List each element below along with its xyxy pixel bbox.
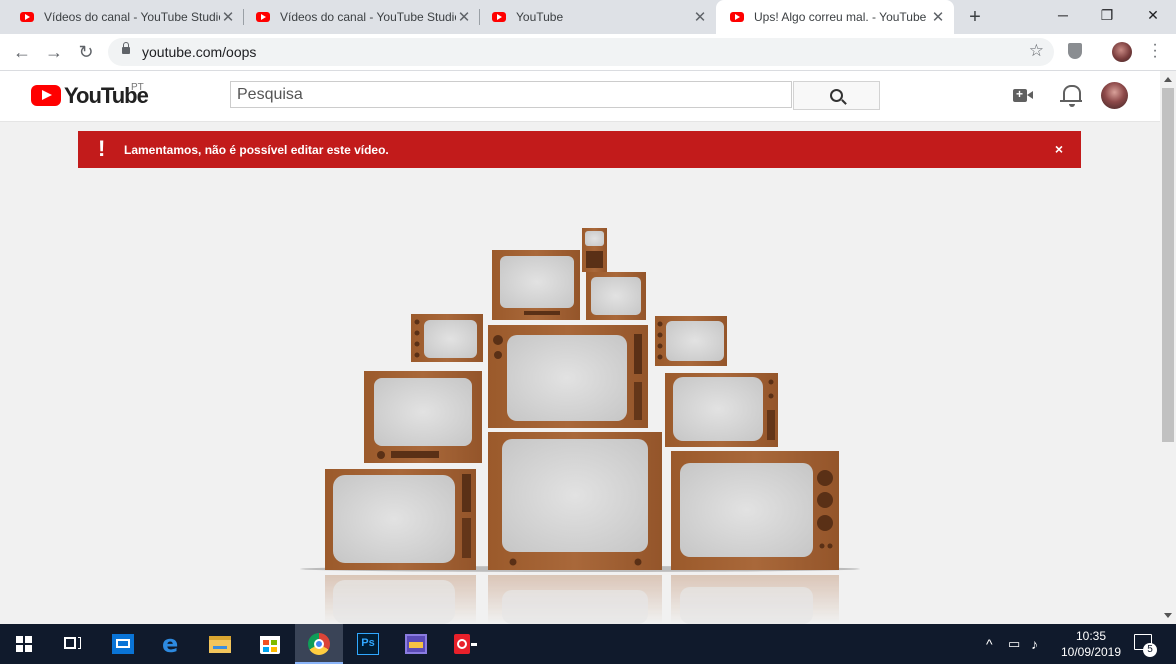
- tv-top-left: [492, 250, 580, 320]
- browser-tab[interactable]: Vídeos do canal - YouTube Studio ✕: [0, 0, 244, 34]
- clock-date: 10/09/2019: [1060, 645, 1122, 659]
- search-box[interactable]: [230, 81, 792, 108]
- edge-icon[interactable]: e: [148, 624, 196, 664]
- search-icon: [830, 89, 843, 102]
- account-avatar[interactable]: [1101, 82, 1128, 109]
- tab-title: Ups! Algo correu mal. - YouTube: [754, 10, 927, 24]
- file-explorer-icon[interactable]: [196, 624, 244, 664]
- windows-taskbar: e Ps ^ ▭ ♪ 10:35 10/09/2019 5: [0, 624, 1176, 664]
- notifications-bell-icon[interactable]: [1060, 85, 1082, 107]
- browser-tab-strip: Vídeos do canal - YouTube Studio ✕ Vídeo…: [0, 0, 1176, 34]
- app-icon[interactable]: [440, 624, 488, 664]
- tv-bottom-center: [488, 432, 662, 570]
- browser-tab[interactable]: Vídeos do canal - YouTube Studio ✕: [236, 0, 480, 34]
- restore-icon[interactable]: ❐: [1084, 0, 1130, 30]
- tv-top-small: [586, 272, 646, 320]
- search-input[interactable]: [231, 82, 791, 107]
- bookmark-star-icon[interactable]: ☆: [1029, 41, 1044, 61]
- tv-bottom-right: [671, 451, 839, 570]
- tv-row2-center: [488, 325, 648, 428]
- start-button[interactable]: [0, 624, 48, 664]
- page-scrollbar[interactable]: [1160, 71, 1176, 624]
- youtube-favicon-icon: [730, 12, 744, 22]
- tab-close-icon[interactable]: ✕: [456, 8, 472, 26]
- tab-close-icon[interactable]: ✕: [220, 8, 236, 26]
- youtube-header: YouTube PT: [0, 71, 1160, 122]
- forward-arrow-icon[interactable]: →: [42, 40, 66, 64]
- tv-row2-left: [411, 314, 483, 362]
- url-text: youtube.com/oops: [142, 44, 257, 60]
- extension-shield-icon[interactable]: [1068, 43, 1082, 59]
- window-close-icon[interactable]: ✕: [1130, 0, 1176, 30]
- new-tab-button[interactable]: +: [964, 6, 986, 28]
- notification-count-badge: 5: [1143, 643, 1157, 657]
- youtube-favicon-icon: [492, 12, 506, 22]
- browser-tab-active[interactable]: Ups! Algo correu mal. - YouTube ✕: [716, 0, 954, 34]
- error-message: Lamentamos, não é possível editar este v…: [124, 143, 389, 157]
- banner-close-icon[interactable]: ×: [1055, 141, 1063, 157]
- country-code: PT: [131, 82, 144, 93]
- scrollbar-thumb[interactable]: [1162, 88, 1174, 442]
- minimize-icon[interactable]: ─: [1040, 0, 1086, 30]
- windows-logo-icon: [16, 636, 32, 652]
- tab-title: YouTube: [516, 10, 564, 24]
- chrome-icon[interactable]: [295, 624, 343, 664]
- tv-row3-left: [364, 371, 482, 463]
- show-hidden-icons-icon[interactable]: ^: [986, 636, 993, 652]
- browser-toolbar: ← → ↻ youtube.com/oops ☆ · · ·: [0, 34, 1176, 71]
- stacked-tvs-illustration: [300, 228, 860, 624]
- error-banner: ! Lamentamos, não é possível editar este…: [78, 131, 1081, 168]
- tv-tiny: [582, 228, 607, 272]
- youtube-favicon-icon: [20, 12, 34, 22]
- store-icon[interactable]: [246, 624, 294, 664]
- browser-tab[interactable]: YouTube ✕: [472, 0, 716, 34]
- photoshop-icon[interactable]: Ps: [344, 624, 392, 664]
- youtube-favicon-icon: [256, 12, 270, 22]
- search-button[interactable]: [793, 81, 880, 110]
- tv-bottom-left: [325, 469, 476, 570]
- tab-title: Vídeos do canal - YouTube Studio: [44, 10, 220, 24]
- tab-close-icon[interactable]: ✕: [692, 8, 708, 26]
- scroll-up-arrow-icon[interactable]: [1164, 77, 1172, 82]
- lock-icon: [122, 42, 130, 54]
- tab-close-icon[interactable]: ✕: [930, 8, 946, 26]
- mail-icon[interactable]: [98, 624, 146, 664]
- clock-time: 10:35: [1075, 629, 1107, 643]
- back-arrow-icon[interactable]: ←: [10, 40, 34, 64]
- system-clock[interactable]: 10:35 10/09/2019: [1056, 628, 1126, 660]
- create-video-icon[interactable]: [1013, 87, 1033, 102]
- network-icon[interactable]: ▭: [1008, 636, 1020, 652]
- task-view-icon[interactable]: [48, 624, 96, 664]
- tv-row3-right: [665, 373, 778, 447]
- address-bar[interactable]: youtube.com/oops ☆: [108, 38, 1054, 66]
- browser-profile-avatar[interactable]: [1112, 42, 1132, 62]
- tv-reflections: [325, 575, 839, 624]
- tv-row2-right: [655, 316, 727, 366]
- tab-title: Vídeos do canal - YouTube Studio: [280, 10, 456, 24]
- alert-icon: !: [98, 136, 106, 161]
- volume-icon[interactable]: ♪: [1031, 636, 1038, 652]
- youtube-logo-icon[interactable]: [31, 85, 61, 106]
- reload-icon[interactable]: ↻: [74, 40, 98, 64]
- photos-icon[interactable]: [392, 624, 440, 664]
- browser-menu-icon[interactable]: · · ·: [1150, 37, 1160, 65]
- scroll-down-arrow-icon[interactable]: [1164, 613, 1172, 618]
